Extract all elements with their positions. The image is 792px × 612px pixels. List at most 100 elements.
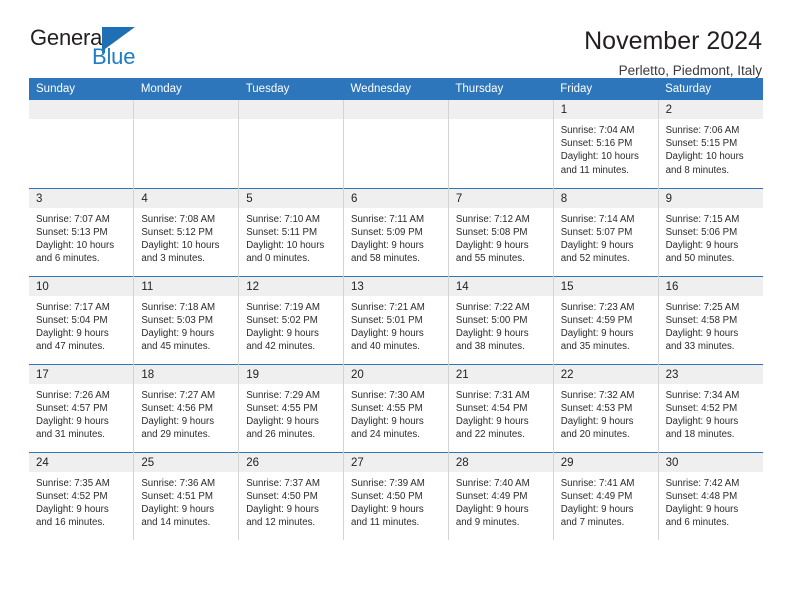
day-number bbox=[239, 100, 344, 119]
sunset-text: Sunset: 4:52 PM bbox=[665, 402, 738, 414]
sunset-text: Sunset: 5:00 PM bbox=[455, 314, 528, 326]
sunrise-text: Sunrise: 7:42 AM bbox=[665, 477, 740, 489]
daylight-text: Daylight: 9 hours and 20 minutes. bbox=[560, 415, 634, 441]
calendar-day-cell[interactable]: 3 Sunrise: 7:07 AM Sunset: 5:13 PM Daylight… bbox=[29, 188, 134, 276]
day-details: Sunrise: 7:21 AM Sunset: 5:01 PM Daylight:… bbox=[344, 296, 448, 354]
calendar-day-cell[interactable]: 22 Sunrise: 7:32 AM Sunset: 4:53 PM Dayligh… bbox=[552, 364, 659, 452]
sunset-text: Sunset: 4:56 PM bbox=[141, 402, 213, 414]
sunset-text: Sunset: 4:48 PM bbox=[665, 490, 738, 502]
sunrise-text: Sunrise: 7:30 AM bbox=[351, 389, 425, 401]
calendar-week-row: 1 Sunrise: 7:04 AM Sunset: 5:16 PM Daylight… bbox=[29, 100, 763, 188]
day-number: 22 bbox=[553, 364, 658, 384]
day-number: 17 bbox=[29, 364, 134, 384]
sunrise-text: Sunrise: 7:22 AM bbox=[455, 301, 530, 313]
sunrise-text: Sunrise: 7:21 AM bbox=[351, 301, 425, 313]
sunrise-text: Sunrise: 7:18 AM bbox=[141, 301, 216, 313]
day-details: Sunrise: 7:07 AM Sunset: 5:13 PM Daylight:… bbox=[29, 208, 133, 266]
day-details: Sunrise: 7:14 AM Sunset: 5:07 PM Daylight:… bbox=[554, 208, 658, 266]
calendar-week-row: 17 Sunrise: 7:26 AM Sunset: 4:57 PM Dayligh… bbox=[29, 364, 763, 452]
day-details: Sunrise: 7:36 AM Sunset: 4:51 PM Daylight:… bbox=[134, 472, 238, 530]
weekday-header-thursday: Thursday bbox=[448, 78, 554, 100]
daylight-text: Daylight: 10 hours and 8 minutes. bbox=[665, 151, 744, 176]
day-details: Sunrise: 7:31 AM Sunset: 4:54 PM Daylight:… bbox=[449, 384, 553, 442]
calendar-day-cell[interactable]: 13 Sunrise: 7:21 AM Sunset: 5:01 PM Dayligh… bbox=[343, 276, 449, 364]
day-number: 15 bbox=[553, 276, 658, 296]
day-number: 20 bbox=[344, 364, 448, 384]
sunrise-text: Sunrise: 7:29 AM bbox=[246, 389, 320, 401]
day-details: Sunrise: 7:04 AM Sunset: 5:16 PM Daylight:… bbox=[554, 119, 658, 177]
day-number: 3 bbox=[29, 188, 134, 208]
sunset-text: Sunset: 4:50 PM bbox=[351, 490, 423, 502]
day-number: 29 bbox=[553, 452, 658, 472]
calendar-day-cell[interactable]: 5 Sunrise: 7:10 AM Sunset: 5:11 PM Daylight… bbox=[238, 188, 344, 276]
weekday-header-friday: Friday bbox=[553, 78, 659, 100]
sunset-text: Sunset: 5:12 PM bbox=[141, 226, 213, 238]
daylight-text: Daylight: 9 hours and 42 minutes. bbox=[246, 327, 319, 353]
weekday-header-tuesday: Tuesday bbox=[238, 78, 344, 100]
day-number bbox=[29, 100, 134, 119]
calendar-day-cell[interactable]: 8 Sunrise: 7:14 AM Sunset: 5:07 PM Daylight… bbox=[552, 188, 659, 276]
calendar-day-cell[interactable]: 30 Sunrise: 7:42 AM Sunset: 4:48 PM Dayligh… bbox=[657, 452, 763, 540]
calendar-day-cell[interactable]: 20 Sunrise: 7:30 AM Sunset: 4:55 PM Dayligh… bbox=[343, 364, 449, 452]
sunset-text: Sunset: 4:51 PM bbox=[141, 490, 213, 502]
calendar-day-cell[interactable]: 23 Sunrise: 7:34 AM Sunset: 4:52 PM Dayligh… bbox=[657, 364, 763, 452]
weekday-header-saturday: Saturday bbox=[658, 78, 763, 100]
calendar-day-cell[interactable]: 26 Sunrise: 7:37 AM Sunset: 4:50 PM Dayligh… bbox=[238, 452, 344, 540]
day-number: 12 bbox=[239, 276, 344, 296]
day-details: Sunrise: 7:35 AM Sunset: 4:52 PM Daylight:… bbox=[29, 472, 133, 530]
calendar-day-cell[interactable]: 9 Sunrise: 7:15 AM Sunset: 5:06 PM Daylight… bbox=[657, 188, 763, 276]
daylight-text: Daylight: 9 hours and 22 minutes. bbox=[455, 415, 529, 441]
day-number: 7 bbox=[448, 188, 553, 208]
daylight-text: Daylight: 10 hours and 11 minutes. bbox=[560, 151, 639, 176]
calendar-day-cell[interactable]: 27 Sunrise: 7:39 AM Sunset: 4:50 PM Dayligh… bbox=[343, 452, 449, 540]
calendar-day-cell[interactable]: 25 Sunrise: 7:36 AM Sunset: 4:51 PM Dayligh… bbox=[133, 452, 239, 540]
sunset-text: Sunset: 4:55 PM bbox=[246, 402, 318, 414]
day-number: 16 bbox=[658, 276, 763, 296]
calendar-day-cell[interactable]: 12 Sunrise: 7:19 AM Sunset: 5:02 PM Dayligh… bbox=[238, 276, 344, 364]
sunset-text: Sunset: 4:54 PM bbox=[455, 402, 528, 414]
daylight-text: Daylight: 9 hours and 9 minutes. bbox=[455, 503, 529, 529]
calendar-day-cell[interactable]: 7 Sunrise: 7:12 AM Sunset: 5:08 PM Daylight… bbox=[447, 188, 554, 276]
sunrise-text: Sunrise: 7:36 AM bbox=[141, 477, 216, 489]
daylight-text: Daylight: 9 hours and 26 minutes. bbox=[246, 415, 319, 441]
calendar-day-cell[interactable]: 17 Sunrise: 7:26 AM Sunset: 4:57 PM Dayligh… bbox=[29, 364, 134, 452]
day-number: 8 bbox=[553, 188, 658, 208]
calendar-day-cell-empty bbox=[133, 100, 239, 188]
day-details: Sunrise: 7:17 AM Sunset: 5:04 PM Daylight:… bbox=[29, 296, 133, 354]
calendar-day-cell[interactable]: 4 Sunrise: 7:08 AM Sunset: 5:12 PM Daylight… bbox=[133, 188, 239, 276]
day-number bbox=[448, 100, 553, 119]
calendar-day-cell[interactable]: 11 Sunrise: 7:18 AM Sunset: 5:03 PM Dayligh… bbox=[133, 276, 239, 364]
calendar-day-cell[interactable]: 1 Sunrise: 7:04 AM Sunset: 5:16 PM Daylight… bbox=[552, 100, 659, 188]
calendar-day-cell[interactable]: 28 Sunrise: 7:40 AM Sunset: 4:49 PM Dayligh… bbox=[447, 452, 554, 540]
calendar-day-cell[interactable]: 2 Sunrise: 7:06 AM Sunset: 5:15 PM Daylight… bbox=[657, 100, 763, 188]
day-details: Sunrise: 7:15 AM Sunset: 5:06 PM Daylight:… bbox=[659, 208, 763, 266]
day-number: 11 bbox=[134, 276, 239, 296]
calendar-day-cell[interactable]: 24 Sunrise: 7:35 AM Sunset: 4:52 PM Dayligh… bbox=[29, 452, 134, 540]
page-title: November 2024 bbox=[584, 27, 762, 55]
calendar-day-cell[interactable]: 16 Sunrise: 7:25 AM Sunset: 4:58 PM Dayligh… bbox=[657, 276, 763, 364]
daylight-text: Daylight: 10 hours and 0 minutes. bbox=[246, 239, 325, 265]
calendar-day-cell-empty bbox=[447, 100, 554, 188]
day-number: 5 bbox=[239, 188, 344, 208]
sunrise-text: Sunrise: 7:32 AM bbox=[560, 389, 635, 401]
calendar-day-cell[interactable]: 18 Sunrise: 7:27 AM Sunset: 4:56 PM Dayligh… bbox=[133, 364, 239, 452]
day-details: Sunrise: 7:26 AM Sunset: 4:57 PM Daylight:… bbox=[29, 384, 133, 442]
brand-logo[interactable]: General Blue bbox=[29, 26, 219, 74]
sunset-text: Sunset: 5:01 PM bbox=[351, 314, 423, 326]
calendar-day-cell[interactable]: 14 Sunrise: 7:22 AM Sunset: 5:00 PM Dayligh… bbox=[447, 276, 554, 364]
calendar-day-cell[interactable]: 6 Sunrise: 7:11 AM Sunset: 5:09 PM Daylight… bbox=[343, 188, 449, 276]
calendar-day-cell[interactable]: 29 Sunrise: 7:41 AM Sunset: 4:49 PM Dayligh… bbox=[552, 452, 659, 540]
calendar-day-cell-empty bbox=[343, 100, 449, 188]
calendar-day-cell[interactable]: 19 Sunrise: 7:29 AM Sunset: 4:55 PM Dayligh… bbox=[238, 364, 344, 452]
day-details: Sunrise: 7:37 AM Sunset: 4:50 PM Daylight:… bbox=[239, 472, 343, 530]
sunset-text: Sunset: 4:58 PM bbox=[665, 314, 738, 326]
day-details: Sunrise: 7:32 AM Sunset: 4:53 PM Daylight:… bbox=[554, 384, 658, 442]
daylight-text: Daylight: 9 hours and 35 minutes. bbox=[560, 327, 634, 353]
calendar-day-cell[interactable]: 10 Sunrise: 7:17 AM Sunset: 5:04 PM Dayligh… bbox=[29, 276, 134, 364]
calendar-day-cell[interactable]: 21 Sunrise: 7:31 AM Sunset: 4:54 PM Dayligh… bbox=[447, 364, 554, 452]
calendar-week-row: 24 Sunrise: 7:35 AM Sunset: 4:52 PM Dayligh… bbox=[29, 452, 763, 540]
calendar-day-cell[interactable]: 15 Sunrise: 7:23 AM Sunset: 4:59 PM Dayligh… bbox=[552, 276, 659, 364]
day-details: Sunrise: 7:29 AM Sunset: 4:55 PM Daylight:… bbox=[239, 384, 343, 442]
day-details: Sunrise: 7:42 AM Sunset: 4:48 PM Daylight:… bbox=[659, 472, 763, 530]
sunrise-text: Sunrise: 7:25 AM bbox=[665, 301, 740, 313]
